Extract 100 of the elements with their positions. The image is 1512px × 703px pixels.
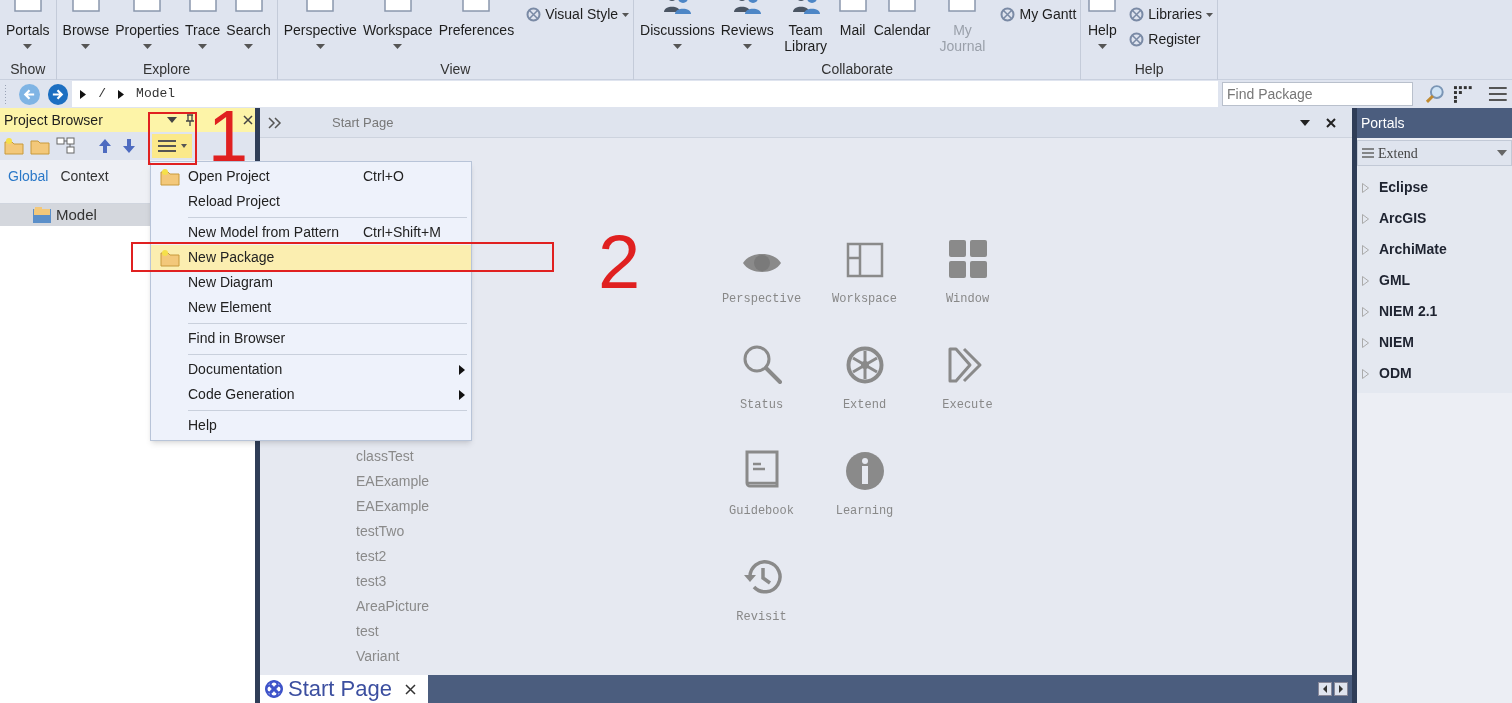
menu-item[interactable]: New Diagram [151, 270, 471, 295]
caret-icon [672, 44, 682, 49]
ribbon-button[interactable]: Team Library [777, 0, 834, 54]
step-number: 2 [598, 232, 641, 292]
scroll-left-icon[interactable] [1318, 682, 1332, 696]
ribbon-button[interactable]: Libraries [1129, 4, 1213, 25]
up-arrow-icon[interactable] [98, 138, 112, 154]
ribbon-button[interactable]: Visual Style [526, 4, 630, 25]
close-icon[interactable] [243, 115, 253, 125]
portal-selector[interactable]: Extend [1357, 140, 1512, 166]
caret-icon [244, 44, 254, 49]
group-label: Show [9, 60, 47, 79]
pin-icon[interactable] [185, 114, 195, 126]
panel-title: Project Browser [4, 110, 104, 130]
menu-button[interactable] [152, 134, 192, 158]
menu-item[interactable]: New Package [151, 245, 471, 270]
ribbon-button[interactable]: Help [1085, 0, 1120, 49]
info-icon [845, 452, 884, 490]
close-icon[interactable] [405, 683, 416, 695]
dropdown-icon[interactable] [1300, 119, 1310, 126]
tab[interactable]: Global [8, 166, 49, 187]
ribbon-button[interactable]: Portals [4, 0, 52, 49]
portal-item[interactable]: ArchiMate [1379, 239, 1447, 260]
breadcrumb-item[interactable]: Model [136, 84, 176, 104]
portal-item[interactable]: GML [1379, 270, 1411, 291]
caret-icon[interactable] [80, 89, 87, 99]
book-icon [743, 450, 780, 490]
caret-icon [1206, 12, 1213, 17]
menu-item[interactable]: Help [151, 413, 471, 438]
menu-icon[interactable] [1488, 86, 1509, 102]
group-label: Help [1133, 60, 1165, 79]
menu-item[interactable]: Open Project Ctrl+O [151, 164, 471, 189]
close-icon[interactable] [1326, 117, 1336, 128]
tab[interactable]: Context [60, 166, 109, 187]
caret-icon [1097, 44, 1107, 49]
portal-item[interactable]: ODM [1379, 363, 1412, 384]
dropdown-icon [1497, 150, 1507, 156]
ribbon-button[interactable]: Browse [60, 0, 112, 49]
down-arrow-icon[interactable] [122, 138, 136, 154]
group-label: View [439, 60, 472, 79]
arrow-left-icon [22, 87, 36, 101]
caret-icon [181, 144, 187, 148]
forward-button[interactable] [47, 83, 69, 105]
ribbon-button[interactable]: Reviews [718, 0, 776, 49]
caret-icon [622, 12, 630, 17]
group-label: Explore [141, 60, 192, 79]
menu-icon [1362, 148, 1374, 158]
grid-icon[interactable] [1452, 85, 1473, 103]
ribbon-button[interactable]: Mail [835, 0, 870, 38]
caret-icon [742, 44, 752, 49]
search-field[interactable]: Find Package [1222, 82, 1413, 106]
grid-icon [948, 240, 987, 278]
double-chevron-icon[interactable] [268, 116, 282, 129]
ribbon-button[interactable]: Trace [183, 0, 223, 49]
emblem-icon [526, 7, 542, 22]
folder-icon [159, 248, 180, 267]
panel-title: Portals [1357, 108, 1512, 138]
ribbon-button[interactable]: Preferences [436, 0, 517, 38]
shortcut-text: Ctrl+O [363, 167, 404, 186]
ribbon-button[interactable]: My Gantt [1000, 4, 1077, 25]
submenu-arrow-icon [459, 364, 465, 375]
ribbon-button[interactable]: Discussions [638, 0, 717, 49]
menu-item[interactable]: Documentation [151, 357, 471, 382]
emblem-icon [1000, 7, 1016, 22]
portal-item[interactable]: NIEM 2.1 [1379, 301, 1438, 322]
portal-item[interactable]: Eclipse [1379, 177, 1429, 198]
search-icon [741, 344, 782, 384]
document-tab[interactable]: Start Page [260, 675, 428, 703]
ribbon-button[interactable]: Register [1129, 29, 1213, 50]
menu-item[interactable]: Find in Browser [151, 326, 471, 351]
shortcut-text: Ctrl+Shift+M [363, 223, 441, 242]
ribbon-button[interactable]: Search [224, 0, 273, 49]
ribbon-button[interactable]: Properties [113, 0, 182, 49]
caret-icon [23, 44, 33, 49]
highlight-frame [148, 112, 197, 165]
wheel-icon [845, 346, 884, 384]
portal-icon [264, 679, 284, 699]
document-title: Start Page [332, 113, 395, 132]
caret-icon[interactable] [118, 89, 125, 99]
folder-icon [159, 167, 180, 186]
caret-icon [81, 44, 91, 49]
menu-item[interactable]: Code Generation [151, 382, 471, 407]
grip-icon [4, 84, 7, 104]
caret-icon [393, 44, 403, 49]
menu-item[interactable]: New Element [151, 295, 471, 320]
dropdown-icon[interactable] [167, 117, 177, 123]
package-icon [32, 206, 52, 224]
arrow-right-icon [51, 87, 65, 101]
caret-icon [142, 44, 152, 49]
hierarchy-icon[interactable] [56, 137, 76, 155]
caret-icon [198, 44, 208, 49]
group-label: Collaborate [820, 60, 894, 79]
ribbon-button[interactable]: Perspective [281, 0, 359, 49]
portal-item[interactable]: ArcGIS [1379, 208, 1427, 229]
menu-icon [157, 139, 177, 153]
breadcrumb-item[interactable]: / [98, 84, 107, 104]
portal-item[interactable]: NIEM [1379, 332, 1414, 353]
scroll-right-icon[interactable] [1334, 682, 1348, 696]
ribbon-button[interactable]: Workspace [360, 0, 435, 49]
ribbon-button[interactable]: Calendar [871, 0, 933, 38]
